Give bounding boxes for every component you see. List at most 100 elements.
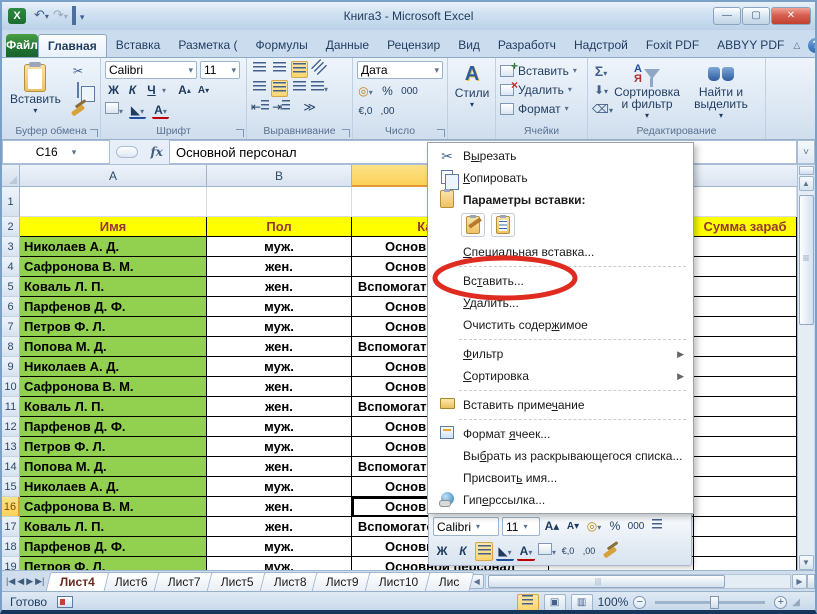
cell-E12[interactable]	[694, 417, 797, 437]
mini-font-family-select[interactable]: Calibri▾	[433, 517, 499, 536]
cell-E5[interactable]	[694, 277, 797, 297]
first-sheet-icon[interactable]: |◀	[6, 576, 15, 587]
mini-increase-decimal-button[interactable]: €,0	[559, 542, 577, 561]
clear-button[interactable]: ⌫▾	[592, 101, 610, 117]
font-color-button[interactable]: А▾	[152, 102, 169, 119]
ribbon-tab-11[interactable]: ABBYY PDF	[708, 34, 793, 57]
row-header-1[interactable]: 1	[2, 187, 20, 217]
borders-button[interactable]: ▾	[105, 102, 123, 119]
menu-item-присвоитьимя[interactable]: Присвоить имя...	[429, 467, 692, 489]
menu-item-форматячеек[interactable]: Формат ячеек...	[429, 423, 692, 445]
cell-B11[interactable]: жен.	[207, 397, 352, 417]
split-handle[interactable]	[799, 166, 814, 175]
sheet-tab-лист5[interactable]: Лист5	[207, 572, 268, 591]
menu-item-очиститьсодержимое[interactable]: Очистить содержимое	[429, 314, 692, 336]
sheet-tab-лист4[interactable]: Лист4	[46, 572, 110, 591]
align-right-button[interactable]	[291, 80, 308, 97]
alignment-dialog-launcher[interactable]	[342, 129, 350, 137]
expand-formula-bar-button[interactable]: ˅	[797, 140, 815, 164]
cell-B8[interactable]: жен.	[207, 337, 352, 357]
font-size-select[interactable]: 11▾	[200, 61, 240, 79]
restore-button[interactable]: ▢	[742, 7, 770, 25]
mini-format-painter-button[interactable]	[601, 542, 619, 561]
mini-bold-button[interactable]: Ж	[433, 542, 451, 561]
row-header-3[interactable]: 3	[2, 237, 20, 257]
cell-A16[interactable]: Сафронова В. М.	[20, 497, 207, 517]
cut-button[interactable]: ✂	[69, 63, 87, 79]
column-header-b[interactable]: B	[207, 165, 352, 187]
cell-E15[interactable]	[694, 477, 797, 497]
zoom-knob[interactable]	[710, 596, 719, 609]
cell-E13[interactable]	[694, 437, 797, 457]
merge-center-button[interactable]: ▾	[311, 80, 328, 97]
menu-item-выбратьизраскрываю[interactable]: Выбрать из раскрывающегося списка...	[429, 445, 692, 467]
autosum-button[interactable]: Σ▾	[592, 63, 610, 79]
prev-sheet-icon[interactable]: ◀	[17, 576, 24, 587]
row-header-7[interactable]: 7	[2, 317, 20, 337]
horizontal-scrollbar[interactable]	[485, 574, 791, 589]
scroll-up-icon[interactable]: ▲	[799, 176, 814, 191]
vertical-scrollbar[interactable]: ▲ ▼	[797, 165, 814, 570]
hscroll-right-icon[interactable]: ▶	[792, 574, 807, 589]
ribbon-tab-2[interactable]: Вставка	[107, 34, 170, 57]
collapse-ribbon-icon[interactable]: △	[793, 40, 800, 51]
align-top-button[interactable]	[251, 61, 268, 78]
cell-B5[interactable]: жен.	[207, 277, 352, 297]
decrease-font-button[interactable]: А▾	[195, 82, 212, 99]
cell-A10[interactable]: Сафронова В. М.	[20, 377, 207, 397]
mini-merge-button[interactable]	[648, 517, 666, 536]
zoom-in-button[interactable]: +	[774, 596, 787, 609]
page-layout-view-button[interactable]: ▣	[544, 594, 566, 611]
menu-item-вставитьпримечание[interactable]: Вставить примечание	[429, 394, 692, 416]
cell-A11[interactable]: Коваль Л. П.	[20, 397, 207, 417]
bold-button[interactable]: Ж	[105, 82, 122, 99]
menu-item-фильтр[interactable]: Фильтр▶	[429, 343, 692, 365]
ribbon-tab-8[interactable]: Разработч	[489, 34, 565, 57]
zoom-slider[interactable]	[655, 601, 765, 604]
scroll-down-icon[interactable]: ▼	[799, 555, 814, 570]
cell-B18[interactable]: муж.	[207, 537, 352, 557]
macro-record-icon[interactable]	[57, 596, 73, 608]
sort-filter-button[interactable]: АЯ Сортировка и фильтр▾	[610, 61, 684, 124]
menu-item-копировать[interactable]: Копировать	[429, 167, 692, 189]
font-family-select[interactable]: Calibri▾	[105, 61, 197, 79]
mini-increase-font-button[interactable]: А▴	[543, 517, 561, 536]
cell-A9[interactable]: Николаев А. Д.	[20, 357, 207, 377]
file-tab[interactable]: Файл	[6, 34, 38, 57]
vertical-scroll-thumb[interactable]	[799, 195, 814, 325]
row-header-19[interactable]: 19	[2, 557, 20, 570]
fx-icon[interactable]: fx	[150, 145, 162, 159]
cell-B1[interactable]	[207, 187, 352, 217]
cell-A12[interactable]: Парфенов Д. Ф.	[20, 417, 207, 437]
row-header-8[interactable]: 8	[2, 337, 20, 357]
paste-keep-formatting-button[interactable]	[461, 213, 485, 237]
select-all-corner[interactable]	[2, 165, 20, 187]
mini-align-center-button[interactable]	[475, 542, 493, 561]
cell-B3[interactable]: муж.	[207, 237, 352, 257]
cell-E6[interactable]	[694, 297, 797, 317]
paste-button[interactable]: Вставить▾	[6, 61, 65, 117]
cell-B9[interactable]: муж.	[207, 357, 352, 377]
sheet-tab-лис[interactable]: Лис	[424, 572, 473, 591]
row-header-5[interactable]: 5	[2, 277, 20, 297]
ribbon-tab-9[interactable]: Надстрой	[565, 34, 637, 57]
cell-B10[interactable]: жен.	[207, 377, 352, 397]
cell-E10[interactable]	[694, 377, 797, 397]
horizontal-scroll-thumb[interactable]	[488, 575, 725, 588]
cell-B12[interactable]: муж.	[207, 417, 352, 437]
mini-thousands-button[interactable]: 000	[627, 517, 645, 536]
ribbon-tab-1[interactable]: Главная	[38, 34, 107, 57]
decrease-indent-button[interactable]: ⇤	[251, 99, 269, 116]
format-painter-button[interactable]	[69, 101, 87, 117]
mini-font-size-select[interactable]: 11▾	[502, 517, 540, 536]
align-left-button[interactable]	[251, 80, 268, 97]
align-bottom-button[interactable]	[291, 61, 308, 78]
wrap-text-button[interactable]: ≫	[301, 99, 318, 116]
cell-E1[interactable]	[694, 187, 797, 217]
menu-item-специальнаявставка[interactable]: Специальная вставка...	[429, 241, 692, 263]
cell-E3[interactable]	[694, 237, 797, 257]
sheet-tab-лист10[interactable]: Лист10	[365, 572, 433, 591]
cell-E16[interactable]	[694, 497, 797, 517]
close-button[interactable]: ✕	[771, 7, 811, 25]
row-header-12[interactable]: 12	[2, 417, 20, 437]
